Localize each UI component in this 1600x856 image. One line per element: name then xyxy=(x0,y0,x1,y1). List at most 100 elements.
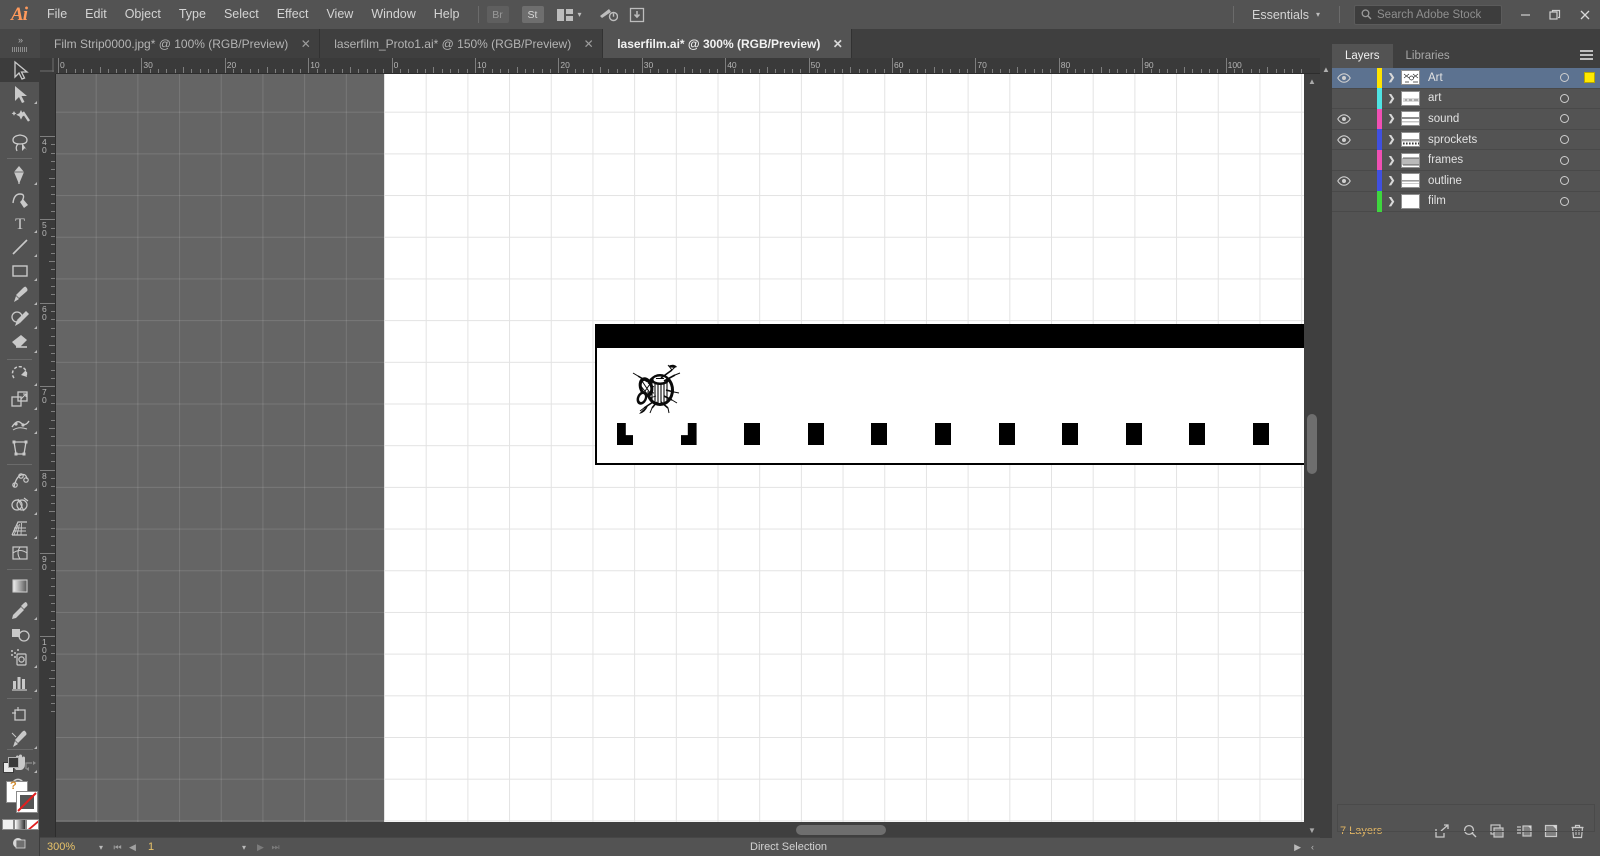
sprocket-hole[interactable] xyxy=(1253,423,1269,445)
sprocket-hole[interactable] xyxy=(744,423,761,445)
eyedropper-tool[interactable] xyxy=(0,598,40,622)
menu-view[interactable]: View xyxy=(317,0,362,29)
sprocket-hole[interactable] xyxy=(871,423,888,445)
current-tool-label[interactable]: Direct Selection xyxy=(283,841,1294,853)
close-icon[interactable]: ✕ xyxy=(300,37,311,51)
first-artboard-button[interactable]: ⏮ xyxy=(110,842,125,853)
rotate-tool[interactable] xyxy=(0,364,40,388)
paintbrush-tool[interactable] xyxy=(0,283,40,307)
shape-builder-tool[interactable] xyxy=(0,493,40,517)
sprocket-hole[interactable] xyxy=(1125,423,1142,445)
none-button[interactable] xyxy=(25,819,39,830)
sprocket-hole[interactable] xyxy=(998,423,1015,445)
restore-button[interactable] xyxy=(1540,0,1570,29)
curvature-tool[interactable] xyxy=(0,187,40,211)
minimize-button[interactable] xyxy=(1510,0,1540,29)
layer-visibility-toggle[interactable] xyxy=(1332,134,1356,145)
insect-illustration[interactable] xyxy=(628,362,692,416)
layer-visibility-toggle[interactable] xyxy=(1332,114,1356,124)
layer-expand-chevron-icon[interactable]: ❯ xyxy=(1382,93,1401,104)
layer-row-sprockets[interactable]: ❯ sprockets xyxy=(1332,129,1600,151)
draw-normal-icon[interactable] xyxy=(12,836,28,853)
document-canvas[interactable] xyxy=(56,74,1304,838)
canvas-horizontal-scrollbar[interactable] xyxy=(56,822,1304,838)
panel-collapse-strip[interactable]: ▲ xyxy=(1320,58,1332,838)
layer-row-art[interactable]: ❯ art xyxy=(1332,88,1600,110)
menu-window[interactable]: Window xyxy=(362,0,424,29)
prev-artboard-button[interactable]: ◀ xyxy=(125,842,140,853)
next-artboard-button[interactable]: ▶ xyxy=(253,842,268,853)
shaper-pencil-tool[interactable] xyxy=(0,307,40,331)
layer-expand-chevron-icon[interactable]: ❯ xyxy=(1382,196,1401,207)
document-tab-1[interactable]: laserfilm_Proto1.ai* @ 150% (RGB/Preview… xyxy=(320,29,604,58)
sprocket-hole[interactable] xyxy=(807,423,824,445)
layer-name[interactable]: art xyxy=(1420,92,1550,104)
layer-name[interactable]: outline xyxy=(1420,175,1550,187)
sprocket-hole[interactable] xyxy=(1062,423,1079,445)
color-swatch-button[interactable] xyxy=(1,819,14,830)
document-tab-0[interactable]: Film Strip0000.jpg* @ 100% (RGB/Preview)… xyxy=(40,29,321,58)
last-artboard-button[interactable]: ⏭ xyxy=(268,842,283,853)
layer-target-indicator[interactable] xyxy=(1550,73,1578,83)
menu-help[interactable]: Help xyxy=(425,0,469,29)
layer-target-indicator[interactable] xyxy=(1550,114,1578,124)
width-tool[interactable] xyxy=(0,412,40,436)
layer-expand-chevron-icon[interactable]: ❯ xyxy=(1382,72,1401,83)
chevron-up-icon[interactable]: ▲ xyxy=(1320,58,1332,80)
menu-edit[interactable]: Edit xyxy=(76,0,116,29)
zoom-level-input[interactable]: 300% xyxy=(40,841,92,853)
artboard-chevron-icon[interactable]: ▾ xyxy=(235,843,253,852)
perspective-grid-tool[interactable] xyxy=(0,517,40,541)
scroll-thumb[interactable] xyxy=(796,825,886,835)
layer-name[interactable]: sprockets xyxy=(1420,134,1550,146)
layer-target-indicator[interactable] xyxy=(1550,135,1578,145)
layer-target-indicator[interactable] xyxy=(1550,155,1578,165)
artboard[interactable] xyxy=(384,74,1304,838)
column-graph-tool[interactable] xyxy=(0,670,40,694)
close-icon[interactable]: ✕ xyxy=(832,37,843,51)
pen-tool[interactable] xyxy=(0,163,40,187)
artboard-tool[interactable] xyxy=(0,703,40,727)
layer-target-indicator[interactable] xyxy=(1550,176,1578,186)
stroke-swatch[interactable] xyxy=(16,791,38,813)
layer-expand-chevron-icon[interactable]: ❯ xyxy=(1382,113,1401,124)
layer-row-sound[interactable]: ❯ sound xyxy=(1332,108,1600,130)
layer-row-frames[interactable]: ❯ frames xyxy=(1332,149,1600,171)
layer-name[interactable]: film xyxy=(1420,195,1550,207)
rectangle-tool[interactable] xyxy=(0,259,40,283)
horizontal-ruler[interactable]: 0 30 20 10 0 10 20 30 40 50 60 70 80 90 100 xyxy=(40,58,1320,74)
swap-fill-stroke-icon[interactable] xyxy=(24,759,38,776)
brush-sync-icon[interactable] xyxy=(598,5,620,25)
layer-row-film[interactable]: ❯ film xyxy=(1332,191,1600,213)
arrange-documents-button[interactable]: ▾ xyxy=(556,8,582,21)
direct-selection-tool[interactable] xyxy=(0,82,40,106)
status-play-icon[interactable]: ▶ xyxy=(1294,842,1301,853)
vertical-ruler[interactable]: 40 50 60 70 80 90 100 xyxy=(40,74,56,838)
selection-tool[interactable] xyxy=(0,58,40,82)
layer-row-outline[interactable]: ❯ outline xyxy=(1332,170,1600,192)
blend-tool[interactable] xyxy=(0,622,40,646)
workspace-switcher[interactable]: Essentials ▾ xyxy=(1242,4,1330,25)
panel-tab-libraries[interactable]: Libraries xyxy=(1393,44,1463,68)
menu-select[interactable]: Select xyxy=(215,0,268,29)
layer-name[interactable]: frames xyxy=(1420,154,1550,166)
free-transform-tool[interactable] xyxy=(0,436,40,460)
document-tab-2[interactable]: laserfilm.ai* @ 300% (RGB/Preview) ✕ xyxy=(603,29,853,58)
line-segment-tool[interactable] xyxy=(0,235,40,259)
bridge-button[interactable]: Br xyxy=(486,6,509,23)
menu-effect[interactable]: Effect xyxy=(268,0,318,29)
menu-type[interactable]: Type xyxy=(170,0,215,29)
zoom-chevron-icon[interactable]: ▾ xyxy=(92,843,110,852)
default-fill-stroke-icon[interactable] xyxy=(2,757,20,777)
scale-tool[interactable] xyxy=(0,388,40,412)
panel-tab-layers[interactable]: Layers xyxy=(1332,44,1393,68)
layer-expand-chevron-icon[interactable]: ❯ xyxy=(1382,175,1401,186)
search-input[interactable]: Search Adobe Stock xyxy=(1354,4,1502,25)
layer-row-art[interactable]: ❯ Art xyxy=(1332,67,1600,89)
hand-stamp-icon[interactable] xyxy=(626,5,648,25)
layer-target-indicator[interactable] xyxy=(1550,93,1578,103)
type-tool[interactable]: T xyxy=(0,211,40,235)
close-icon[interactable]: ✕ xyxy=(583,37,594,51)
layer-name[interactable]: Art xyxy=(1420,72,1550,84)
panel-menu-icon[interactable] xyxy=(1580,50,1593,61)
